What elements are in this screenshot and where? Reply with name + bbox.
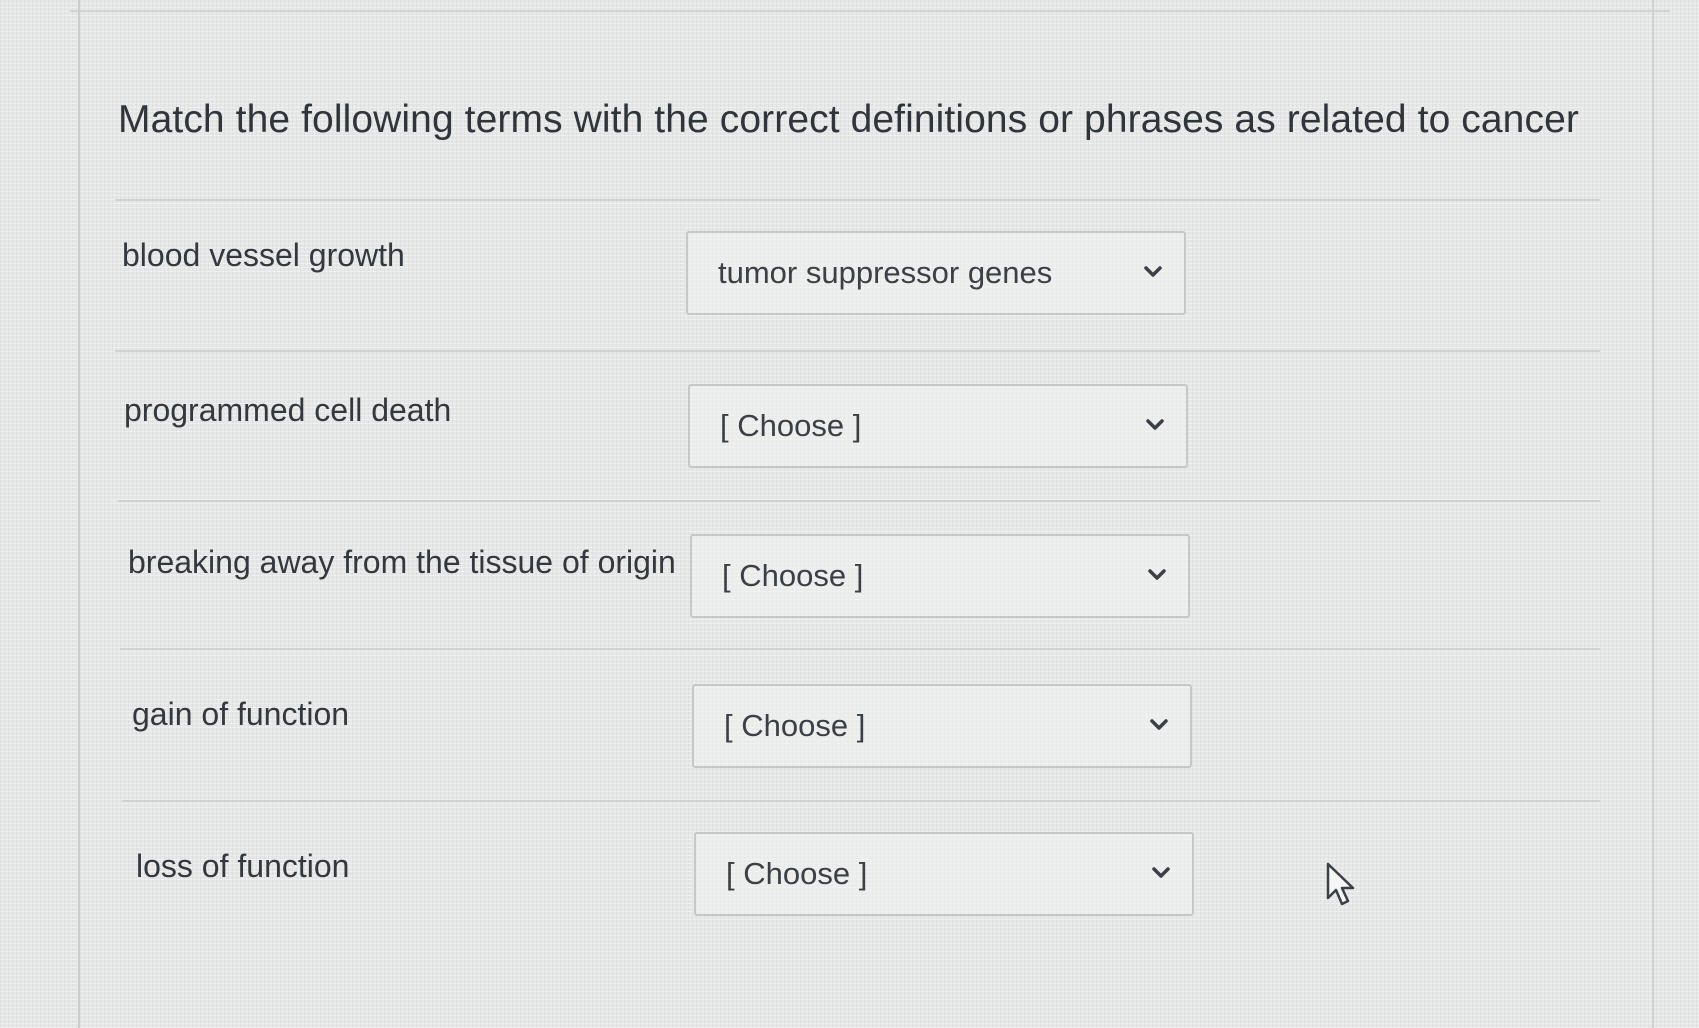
question-panel: Match the following terms with the corre… <box>80 12 1652 1028</box>
match-row-1: blood vessel growth tumor suppressor gen… <box>80 201 1652 361</box>
term-label: gain of function <box>132 696 350 732</box>
dropdown-selected-value: [ Choose ] <box>720 408 862 443</box>
match-row-4: gain of function [ Choose ] <box>80 650 1652 810</box>
answer-dropdown-2[interactable]: [ Choose ] <box>688 384 1188 468</box>
match-row-2: programmed cell death [ Choose ] <box>80 352 1652 512</box>
answer-dropdown-3[interactable]: [ Choose ] <box>690 534 1190 618</box>
chevron-down-icon <box>1148 569 1166 580</box>
mouse-pointer-icon <box>1326 862 1355 906</box>
chevron-down-icon <box>1152 867 1170 878</box>
answer-dropdown-1[interactable]: tumor suppressor genes <box>686 231 1186 315</box>
dropdown-selected-value: [ Choose ] <box>726 856 868 891</box>
term-label: programmed cell death <box>124 392 452 428</box>
page-right-edge <box>1652 0 1654 1028</box>
term-label: breaking away from the tissue of origin <box>128 544 676 580</box>
dropdown-selected-value: [ Choose ] <box>722 558 864 593</box>
dropdown-selected-value: tumor suppressor genes <box>718 255 1053 290</box>
answer-dropdown-5[interactable]: [ Choose ] <box>694 832 1194 916</box>
match-row-5: loss of function [ Choose ] <box>80 802 1652 962</box>
answer-dropdown-4[interactable]: [ Choose ] <box>692 684 1192 768</box>
chevron-down-icon <box>1144 266 1162 277</box>
question-prompt: Match the following terms with the corre… <box>118 98 1579 141</box>
chevron-down-icon <box>1146 419 1164 430</box>
term-label: blood vessel growth <box>122 237 405 273</box>
dropdown-selected-value: [ Choose ] <box>724 708 866 743</box>
match-row-3: breaking away from the tissue of origin … <box>80 502 1652 662</box>
chevron-down-icon <box>1150 719 1168 730</box>
term-label: loss of function <box>136 848 350 884</box>
